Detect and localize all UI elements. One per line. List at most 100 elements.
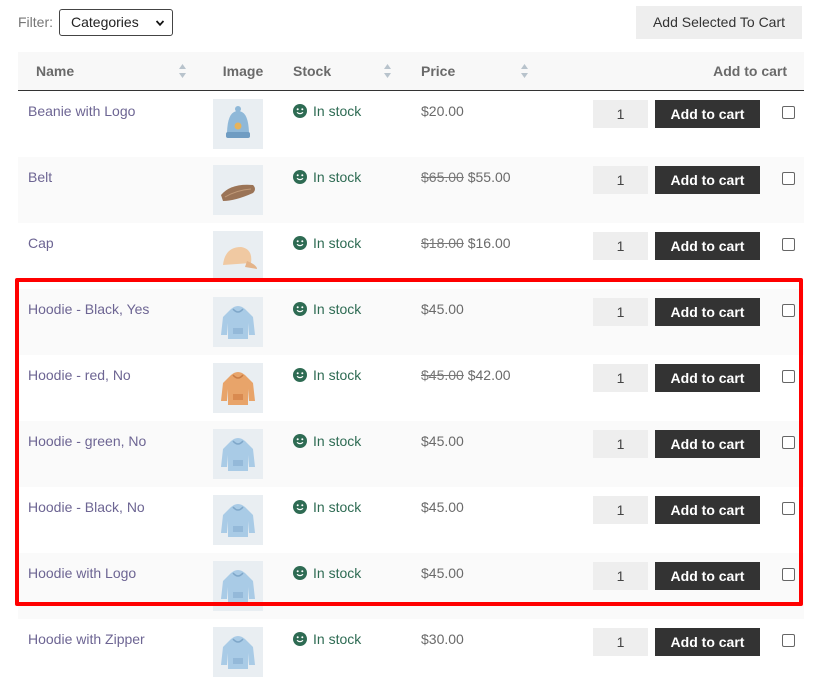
product-image[interactable] bbox=[213, 560, 263, 611]
select-checkbox[interactable] bbox=[782, 106, 795, 119]
quantity-input[interactable]: 1 bbox=[593, 495, 648, 524]
product-name-link[interactable]: Hoodie - Black, Yes bbox=[28, 301, 149, 317]
column-header-add-to-cart: Add to cart bbox=[593, 52, 804, 91]
product-name-link[interactable]: Hoodie with Logo bbox=[28, 565, 136, 581]
hoodie-icon bbox=[221, 305, 255, 339]
product-image[interactable] bbox=[213, 296, 263, 347]
quantity-input[interactable]: 1 bbox=[593, 165, 648, 194]
select-checkbox[interactable] bbox=[782, 171, 795, 185]
smile-icon bbox=[293, 104, 307, 118]
quantity-input[interactable]: 1 bbox=[593, 100, 648, 128]
table-row: Hoodie - red, No In stock $45.00 $42.00 … bbox=[18, 355, 804, 421]
category-filter-select[interactable]: Categories bbox=[59, 9, 173, 36]
price: $45.00 bbox=[421, 498, 464, 515]
table-row: Hoodie - Black, No In stock $45.00 1 Add… bbox=[18, 487, 804, 553]
beanie-icon bbox=[226, 106, 250, 138]
product-image[interactable] bbox=[213, 362, 263, 413]
add-to-cart-button[interactable]: Add to cart bbox=[655, 627, 760, 656]
stock-status: In stock bbox=[313, 103, 362, 119]
smile-icon bbox=[293, 499, 307, 514]
add-to-cart-button[interactable]: Add to cart bbox=[655, 495, 760, 524]
smile-icon bbox=[293, 631, 307, 646]
smile-icon bbox=[293, 367, 307, 382]
table-row: Belt In stock $65.00 $55.00 1 Add to car… bbox=[18, 156, 804, 223]
quantity-input[interactable]: 1 bbox=[593, 297, 648, 326]
price: $45.00 bbox=[421, 300, 464, 317]
stock-status: In stock bbox=[313, 168, 362, 185]
product-name-link[interactable]: Hoodie - green, No bbox=[28, 433, 146, 449]
chevron-down-icon bbox=[156, 20, 164, 27]
quantity-input[interactable]: 1 bbox=[593, 627, 648, 656]
smile-icon bbox=[293, 433, 307, 448]
product-image[interactable] bbox=[213, 428, 263, 479]
price: $30.00 bbox=[421, 630, 464, 647]
add-to-cart-button[interactable]: Add to cart bbox=[655, 561, 760, 590]
table-row: Cap In stock $18.00 $16.00 1 Add to cart bbox=[18, 223, 804, 289]
product-image[interactable] bbox=[213, 626, 263, 677]
regular-price: $18.00 bbox=[421, 234, 464, 251]
add-to-cart-button[interactable]: Add to cart bbox=[655, 100, 760, 128]
product-name-link[interactable]: Cap bbox=[28, 235, 54, 251]
filter-label: Filter: bbox=[18, 14, 53, 30]
product-name-link[interactable]: Hoodie - Black, No bbox=[28, 499, 145, 515]
add-to-cart-button[interactable]: Add to cart bbox=[655, 231, 760, 260]
column-header-price[interactable]: Price bbox=[398, 52, 593, 91]
hoodie-icon bbox=[221, 635, 255, 669]
add-to-cart-button[interactable]: Add to cart bbox=[655, 363, 760, 392]
quantity-input[interactable]: 1 bbox=[593, 561, 648, 590]
price: $42.00 bbox=[467, 366, 511, 383]
column-header-stock[interactable]: Stock bbox=[293, 52, 398, 91]
product-name-link[interactable]: Beanie with Logo bbox=[28, 103, 135, 119]
table-row: Hoodie with Logo In stock $45.00 1 Add t… bbox=[18, 552, 804, 619]
add-to-cart-button[interactable]: Add to cart bbox=[655, 297, 760, 326]
quantity-input[interactable]: 1 bbox=[593, 363, 648, 392]
smile-icon bbox=[293, 235, 307, 250]
add-to-cart-button[interactable]: Add to cart bbox=[655, 165, 760, 194]
select-checkbox[interactable] bbox=[782, 567, 795, 581]
table-row: Beanie with Logo In stock $20.00 1 Add t… bbox=[18, 91, 804, 157]
sort-icon bbox=[179, 64, 186, 78]
smile-icon bbox=[293, 565, 307, 580]
select-checkbox[interactable] bbox=[782, 369, 795, 383]
hoodie-icon bbox=[221, 437, 255, 471]
product-image[interactable] bbox=[213, 494, 263, 545]
table-row: Hoodie - green, No In stock $45.00 1 Add… bbox=[18, 420, 804, 487]
products-table: Name Image Stock Price Add to cart Beani… bbox=[18, 52, 804, 685]
product-name-link[interactable]: Hoodie with Zipper bbox=[28, 631, 145, 647]
stock-status: In stock bbox=[313, 366, 362, 383]
product-image[interactable] bbox=[213, 99, 263, 149]
product-name-link[interactable]: Hoodie - red, No bbox=[28, 367, 131, 383]
cap-icon bbox=[223, 246, 257, 269]
price: $20.00 bbox=[421, 103, 464, 119]
sort-icon bbox=[384, 64, 391, 78]
add-to-cart-button[interactable]: Add to cart bbox=[655, 429, 760, 458]
quantity-input[interactable]: 1 bbox=[593, 231, 648, 260]
quantity-input[interactable]: 1 bbox=[593, 429, 648, 458]
select-checkbox[interactable] bbox=[782, 237, 795, 251]
hoodie-icon bbox=[221, 503, 255, 537]
stock-status: In stock bbox=[313, 630, 362, 647]
stock-status: In stock bbox=[313, 564, 362, 581]
table-row: Hoodie with Zipper In stock $30.00 1 Add… bbox=[18, 619, 804, 685]
belt-icon bbox=[221, 184, 255, 201]
regular-price: $65.00 bbox=[421, 168, 464, 185]
product-image[interactable] bbox=[213, 164, 263, 215]
add-selected-to-cart-button[interactable]: Add Selected To Cart bbox=[636, 6, 802, 39]
toolbar: Filter: Categories Add Selected To Cart bbox=[0, 0, 823, 46]
select-checkbox[interactable] bbox=[782, 435, 795, 449]
price: $45.00 bbox=[421, 432, 464, 449]
price: $16.00 bbox=[467, 234, 511, 251]
product-image[interactable] bbox=[213, 230, 263, 281]
sort-icon bbox=[521, 64, 528, 78]
filter-selected-value: Categories bbox=[71, 14, 139, 30]
select-checkbox[interactable] bbox=[782, 303, 795, 317]
table-row: Hoodie - Black, Yes In stock $45.00 1 Ad… bbox=[18, 288, 804, 355]
table-header-row: Name Image Stock Price Add to cart bbox=[18, 52, 804, 91]
select-checkbox[interactable] bbox=[782, 501, 795, 515]
price: $45.00 bbox=[421, 564, 464, 581]
product-name-link[interactable]: Belt bbox=[28, 169, 52, 185]
hoodie-icon bbox=[221, 371, 255, 405]
hoodie-icon bbox=[221, 569, 255, 603]
column-header-name[interactable]: Name bbox=[18, 52, 193, 91]
select-checkbox[interactable] bbox=[782, 633, 795, 647]
